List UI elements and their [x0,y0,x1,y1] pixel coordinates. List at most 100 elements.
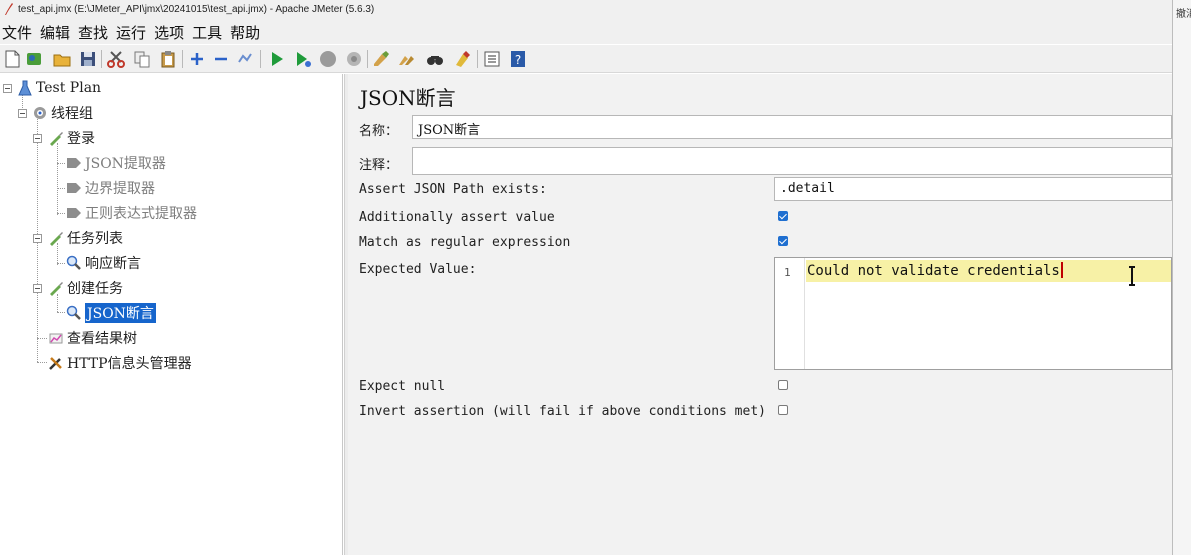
invert-assertion-checkbox[interactable] [778,405,788,415]
tree-node-regex-extractor[interactable]: 正则表达式提取器 [66,202,197,224]
collapse-toggle-icon[interactable] [3,84,12,93]
help-icon[interactable]: ? [509,50,527,68]
menu-help[interactable]: 帮助 [230,22,265,43]
toolbar-separator [477,50,478,68]
tree-connector [57,213,65,214]
sampler-icon [50,232,63,246]
adjacent-window-edge: 撤消 [1172,0,1191,555]
tree-connector [57,143,58,215]
shutdown-icon[interactable] [345,50,363,68]
jmeter-feather-icon [5,3,13,15]
tree-node-label: 边界提取器 [85,181,155,197]
tree-node-label: 任务列表 [67,231,123,247]
assertion-icon [66,255,81,270]
assert-json-path-label: Assert JSON Path exists: [359,182,547,197]
menu-options[interactable]: 选项 [154,22,189,43]
collapse-toggle-icon[interactable] [18,109,27,118]
tree-node-json-extractor[interactable]: JSON提取器 [66,152,166,174]
menu-search[interactable]: 查找 [78,22,113,43]
start-no-pause-icon[interactable] [294,50,312,68]
config-element-icon [49,357,62,370]
tree-node-view-results-tree[interactable]: 查看结果树 [48,327,137,349]
test-plan-tree: Test Plan 线程组 登录 JSON提取器 边界提取器 正则表达式提取器 … [0,74,343,555]
title-bar: test_api.jmx (E:\JMeter_API\jmx\20241015… [0,0,1172,20]
cut-icon[interactable] [107,50,125,68]
clear-icon[interactable] [372,50,390,68]
tree-node-json-assertion[interactable]: JSON断言 [66,302,156,324]
tree-node-boundary-extractor[interactable]: 边界提取器 [66,177,155,199]
tree-node-label: JSON提取器 [85,156,166,172]
json-path-input[interactable]: .detail [774,177,1172,201]
additionally-assert-value-label: Additionally assert value [359,210,555,225]
sampler-icon [50,282,63,296]
line-number: 1 [784,266,791,279]
templates-icon[interactable] [25,50,43,68]
save-icon[interactable] [79,50,97,68]
toolbar-separator [260,50,261,68]
expected-value-line: Could not validate credentials [807,262,1063,279]
tree-node-test-plan[interactable]: Test Plan [17,77,101,99]
expected-value-editor[interactable]: 1 Could not validate credentials [774,257,1172,370]
expected-value-label: Expected Value: [359,262,477,277]
collapse-toggle-icon[interactable] [33,134,42,143]
tree-node-response-assertion[interactable]: 响应断言 [66,252,141,274]
toolbar-separator [367,50,368,68]
menu-tools[interactable]: 工具 [192,22,227,43]
tree-connector [57,188,65,189]
tree-node-label: 创建任务 [67,281,123,297]
clear-all-icon[interactable] [398,50,416,68]
listener-icon [49,333,63,344]
invert-assertion-label: Invert assertion (will fail if above con… [359,404,766,419]
sampler-icon [50,132,63,146]
search-icon[interactable] [426,50,444,68]
post-processor-icon [67,208,81,218]
thread-group-icon [34,107,46,119]
menu-file[interactable]: 文件 [2,22,37,43]
collapse-toggle-icon[interactable] [33,284,42,293]
comment-label: 注释： [359,158,399,173]
tree-node-task-list[interactable]: 任务列表 [48,227,123,249]
start-icon[interactable] [268,50,286,68]
name-input[interactable]: JSON断言 [412,115,1172,139]
assertion-icon [66,305,81,320]
stop-icon[interactable] [319,50,337,68]
adjacent-window-text: 撤消 [1176,9,1191,20]
menu-edit[interactable]: 编辑 [40,22,75,43]
tree-connector [57,263,65,264]
name-label: 名称： [359,124,399,139]
window-title: test_api.jmx (E:\JMeter_API\jmx\20241015… [18,4,375,15]
tree-node-thread-group[interactable]: 线程组 [32,102,93,124]
tree-connector [37,362,47,363]
collapse-icon[interactable] [212,50,230,68]
tree-node-http-header-manager[interactable]: HTTP信息头管理器 [48,352,192,374]
tree-node-label: 线程组 [51,106,93,122]
tree-node-login[interactable]: 登录 [48,127,95,149]
tree-node-label: 正则表达式提取器 [85,206,197,222]
text-cursor-icon [1129,266,1135,286]
comment-input[interactable] [412,147,1172,175]
function-helper-icon[interactable] [483,50,501,68]
open-icon[interactable] [53,50,71,68]
toolbar: ? [0,45,1172,73]
tree-node-label: 查看结果树 [67,331,137,347]
tree-connector [57,312,65,313]
text-caret [1060,262,1063,278]
collapse-toggle-icon[interactable] [33,234,42,243]
test-plan-icon [18,80,32,96]
expect-null-checkbox[interactable] [778,380,788,390]
menu-run[interactable]: 运行 [116,22,151,43]
additionally-assert-value-checkbox[interactable] [778,211,788,221]
copy-icon[interactable] [133,50,151,68]
reset-search-icon[interactable] [453,50,471,68]
post-processor-icon [67,183,81,193]
expand-icon[interactable] [188,50,206,68]
tree-node-label: 响应断言 [85,256,141,272]
toggle-icon[interactable] [236,50,254,68]
match-regex-checkbox[interactable] [778,236,788,246]
panel-title: JSON断言 [360,86,456,110]
tree-connector [37,338,47,339]
new-icon[interactable] [3,50,21,68]
tree-node-create-task[interactable]: 创建任务 [48,277,123,299]
toolbar-separator [101,50,102,68]
paste-icon[interactable] [159,50,177,68]
